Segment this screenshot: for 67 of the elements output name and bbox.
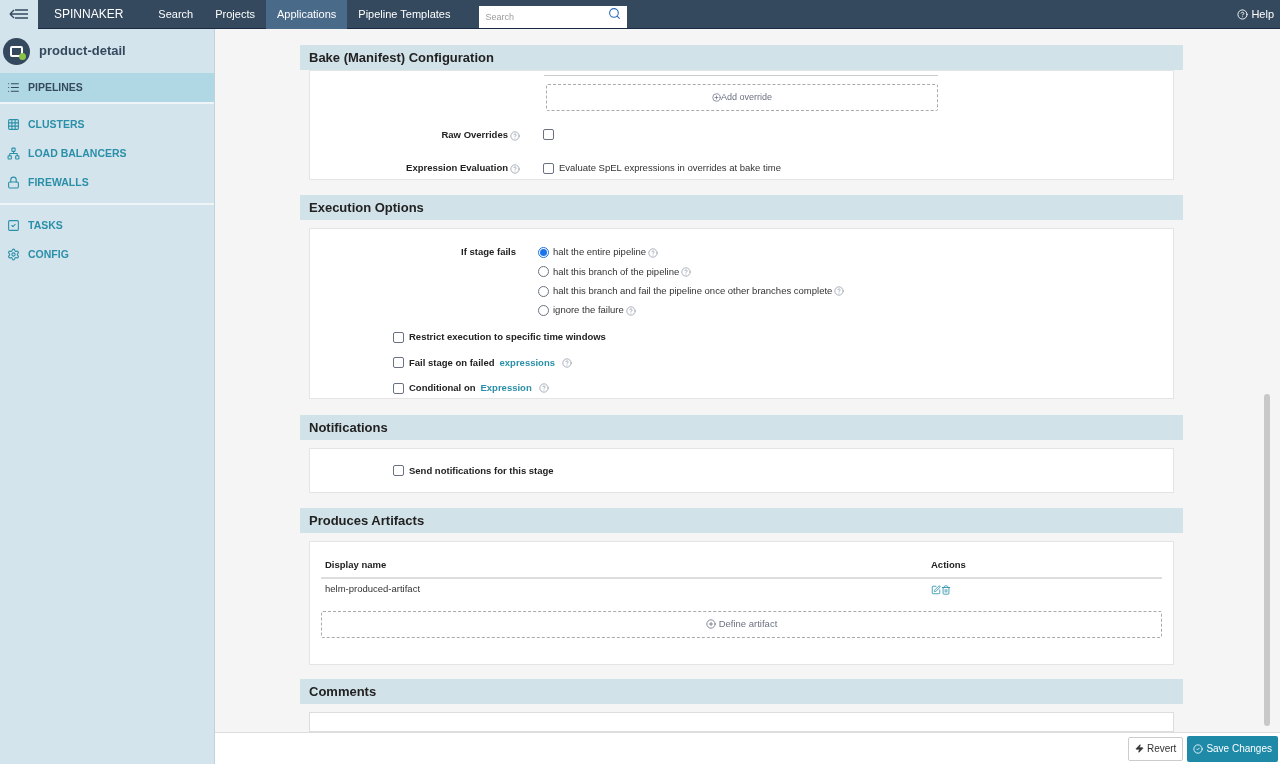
column-header: Actions xyxy=(931,558,966,573)
scrollbar-thumb[interactable] xyxy=(1264,394,1270,726)
sidebar-item[interactable]: CLUSTERS xyxy=(0,110,214,139)
settings-icon xyxy=(7,248,20,261)
hierarchy-icon xyxy=(7,147,20,160)
field-label: Raw Overrides xyxy=(310,128,520,143)
plus-icon xyxy=(705,619,716,629)
plus-icon xyxy=(712,93,721,103)
expression-link[interactable]: Expression xyxy=(480,381,532,396)
section-header: Bake (Manifest) Configuration xyxy=(300,45,1183,71)
checkbox-label: Fail stage on failed xyxy=(409,355,495,370)
check-circle-icon xyxy=(1193,743,1204,754)
section-header: Notifications xyxy=(300,415,1183,441)
nav-link[interactable]: Search xyxy=(147,0,205,29)
app-icon xyxy=(3,37,30,65)
search-icon[interactable] xyxy=(608,7,622,20)
brand-logo[interactable]: SPINNAKER xyxy=(54,5,124,23)
lightning-icon xyxy=(1134,744,1144,753)
radio-label: halt this branch and fail the pipeline once other branches complete xyxy=(553,284,845,299)
radio-label: ignore the failure xyxy=(553,303,636,318)
table-cell-text: helm-produced-artifact xyxy=(325,582,422,597)
sidebar-item[interactable]: CONFIG xyxy=(0,240,214,269)
lock-icon xyxy=(7,176,20,189)
section-header: Comments xyxy=(300,679,1183,705)
define-artifact-button[interactable]: Define artifact xyxy=(321,610,1162,638)
expression-link[interactable]: expressions xyxy=(499,355,555,370)
nav-link[interactable]: Projects xyxy=(204,0,266,29)
revert-button[interactable]: Revert xyxy=(1127,736,1184,761)
checkbox[interactable] xyxy=(393,382,404,394)
checkbox[interactable] xyxy=(393,332,404,344)
radio-label: halt the entire pipeline xyxy=(553,245,658,260)
comments-field[interactable] xyxy=(309,712,1174,732)
checkbox-label: Restrict execution to specific time windows xyxy=(409,330,606,345)
checkbox-label: Conditional on xyxy=(409,381,476,395)
sidebar-item[interactable]: FIREWALLS xyxy=(0,168,214,197)
sidebar-item[interactable]: TASKS xyxy=(0,211,214,240)
search-field[interactable]: Search xyxy=(479,6,628,28)
radio-button[interactable] xyxy=(538,285,549,297)
edit-icon[interactable] xyxy=(931,584,941,595)
help-link[interactable]: Help xyxy=(1237,5,1274,23)
nav-link[interactable]: Applications xyxy=(265,0,348,29)
save-changes-button[interactable]: Save Changes xyxy=(1187,735,1278,762)
add-override-button[interactable]: Add override xyxy=(546,84,938,112)
field-label: Expression Evaluation xyxy=(310,161,520,176)
radio-button[interactable] xyxy=(538,304,549,316)
checkbox[interactable] xyxy=(543,129,554,141)
column-header: Display name xyxy=(325,558,388,573)
checkbox-label: Evaluate SpEL expressions in overrides at bake time xyxy=(559,161,781,176)
field-label: If stage fails xyxy=(460,245,516,260)
checkbox[interactable] xyxy=(393,357,404,369)
section-header: Execution Options xyxy=(300,195,1183,221)
sidebar-item[interactable]: PIPELINES xyxy=(0,73,214,102)
nav-link[interactable]: Pipeline Templates xyxy=(347,0,462,29)
list-icon xyxy=(7,81,20,94)
trash-icon[interactable] xyxy=(941,584,951,595)
section-header: Produces Artifacts xyxy=(300,507,1183,534)
checkbox-label: Send notifications for this stage xyxy=(409,463,554,478)
help-icon xyxy=(1237,8,1249,20)
app-name: product-detail xyxy=(39,42,126,61)
checkbox[interactable] xyxy=(543,162,554,174)
sidebar-item[interactable]: LOAD BALANCERS xyxy=(0,139,214,168)
radio-button[interactable] xyxy=(538,266,549,278)
checkbox-icon xyxy=(7,219,20,232)
checkbox[interactable] xyxy=(393,465,404,477)
radio-label: halt this branch of the pipeline xyxy=(553,264,692,279)
grid-icon xyxy=(7,118,20,131)
sidebar-toggle-icon[interactable] xyxy=(0,0,38,29)
